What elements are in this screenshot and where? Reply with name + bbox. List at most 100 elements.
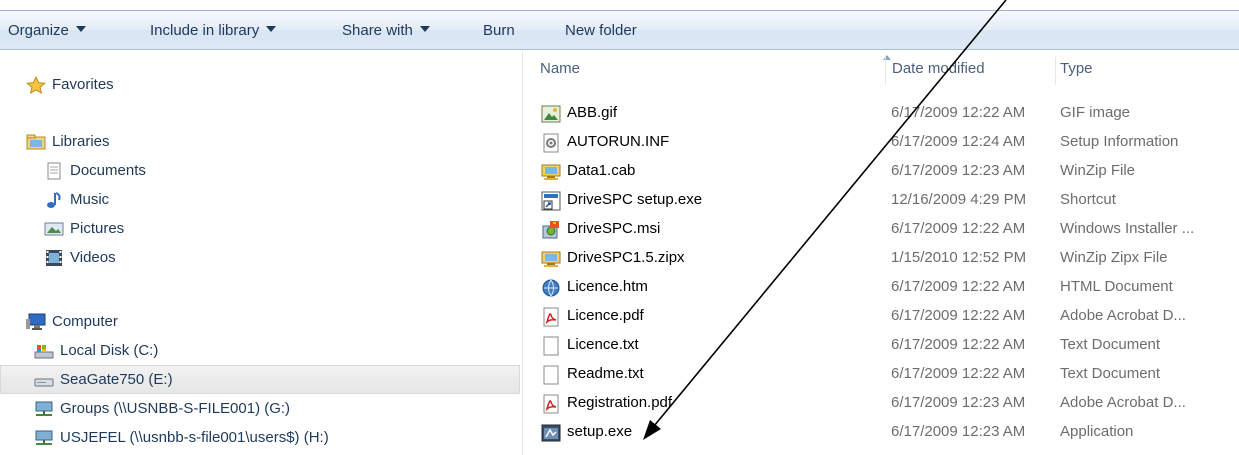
file-type: Adobe Acrobat D...: [1060, 394, 1186, 411]
file-name: ABB.gif: [567, 104, 618, 121]
file-row[interactable]: DriveSPC.msi 6/17/2009 12:22 AM Windows …: [523, 215, 1239, 244]
file-date: 12/16/2009 4:29 PM: [891, 191, 1027, 208]
burn-button[interactable]: Burn: [483, 20, 515, 42]
chevron-down-icon: [266, 26, 277, 33]
file-type: WinZip File: [1060, 162, 1136, 179]
file-date: 6/17/2009 12:22 AM: [891, 278, 1026, 295]
installer-icon: [541, 220, 561, 240]
file-date: 6/17/2009 12:22 AM: [891, 365, 1026, 382]
column-header-date-modified[interactable]: Date modified: [892, 60, 985, 77]
nav-label-local-disk: Local Disk (C:): [60, 342, 159, 359]
share-with-label: Share with: [342, 22, 413, 39]
file-name: DriveSPC1.5.zipx: [567, 249, 685, 266]
file-date: 6/17/2009 12:23 AM: [891, 162, 1026, 179]
file-type: Text Document: [1060, 336, 1161, 353]
file-row[interactable]: Licence.htm 6/17/2009 12:22 AM HTML Docu…: [523, 273, 1239, 302]
nav-label-videos: Videos: [70, 249, 116, 266]
file-date: 6/17/2009 12:23 AM: [891, 394, 1026, 411]
file-type: HTML Document: [1060, 278, 1173, 295]
winzip-icon: [541, 249, 561, 269]
column-header-date-label: Date modified: [892, 60, 985, 77]
nav-label-documents: Documents: [70, 162, 146, 179]
file-type: Windows Installer ...: [1060, 220, 1195, 237]
file-name: DriveSPC.msi: [567, 220, 661, 237]
file-row[interactable]: Data1.cab 6/17/2009 12:23 AM WinZip File: [523, 157, 1239, 186]
column-header-name-label: Name: [540, 60, 581, 77]
music-note-icon: [44, 191, 64, 209]
file-type: GIF image: [1060, 104, 1131, 121]
file-row[interactable]: Registration.pdf 6/17/2009 12:23 AM Adob…: [523, 389, 1239, 418]
pdf-icon: [541, 394, 561, 414]
file-name: AUTORUN.INF: [567, 133, 670, 150]
file-date: 6/17/2009 12:22 AM: [891, 104, 1026, 121]
file-name: Readme.txt: [567, 365, 644, 382]
file-row[interactable]: Licence.pdf 6/17/2009 12:22 AM Adobe Acr…: [523, 302, 1239, 331]
column-divider[interactable]: [885, 57, 886, 85]
pdf-icon: [541, 307, 561, 327]
documents-icon: [44, 162, 64, 180]
file-type: Application: [1060, 423, 1134, 440]
drive-icon: [34, 371, 54, 389]
file-row[interactable]: Readme.txt 6/17/2009 12:22 AM Text Docum…: [523, 360, 1239, 389]
file-name: DriveSPC setup.exe: [567, 191, 703, 208]
gif-image-icon: [541, 104, 561, 124]
file-name: setup.exe: [567, 423, 633, 440]
file-row[interactable]: ABB.gif 6/17/2009 12:22 AM GIF image: [523, 99, 1239, 128]
file-name: Registration.pdf: [567, 394, 673, 411]
pictures-icon: [44, 220, 64, 238]
shortcut-icon: [541, 191, 561, 211]
file-name: Licence.pdf: [567, 307, 644, 324]
organize-button[interactable]: Organize: [8, 20, 86, 42]
column-header-name[interactable]: Name: [540, 60, 580, 77]
file-row[interactable]: AUTORUN.INF 6/17/2009 12:24 AM Setup Inf…: [523, 128, 1239, 157]
column-header-type[interactable]: Type: [1060, 60, 1093, 77]
file-row[interactable]: DriveSPC setup.exe 12/16/2009 4:29 PM Sh…: [523, 186, 1239, 215]
videos-icon: [44, 249, 64, 267]
text-document-icon: [541, 365, 561, 385]
file-type: Setup Information: [1060, 133, 1179, 150]
file-list: Name Date modified Type ABB.gif 6/17/200…: [523, 51, 1239, 455]
nav-label-seagate: SeaGate750 (E:): [60, 371, 173, 388]
file-name: Licence.txt: [567, 336, 639, 353]
share-with-button[interactable]: Share with: [342, 20, 430, 42]
file-row[interactable]: setup.exe 6/17/2009 12:23 AM Application: [523, 418, 1239, 447]
include-in-library-button[interactable]: Include in library: [150, 20, 277, 42]
libraries-icon: [26, 133, 46, 151]
file-row[interactable]: DriveSPC1.5.zipx 1/15/2010 12:52 PM WinZ…: [523, 244, 1239, 273]
network-drive-icon: [34, 429, 54, 447]
file-row[interactable]: Licence.txt 6/17/2009 12:22 AM Text Docu…: [523, 331, 1239, 360]
file-date: 6/17/2009 12:24 AM: [891, 133, 1026, 150]
file-date: 6/17/2009 12:23 AM: [891, 423, 1026, 440]
file-name: Licence.htm: [567, 278, 648, 295]
nav-label-usjefel: USJEFEL (\\usnbb-s-file001\users$) (H:): [60, 429, 329, 446]
file-type: Adobe Acrobat D...: [1060, 307, 1186, 324]
new-folder-button[interactable]: New folder: [565, 20, 637, 42]
file-date: 6/17/2009 12:22 AM: [891, 307, 1026, 324]
organize-label: Organize: [8, 22, 69, 39]
new-folder-label: New folder: [565, 22, 637, 39]
file-date: 6/17/2009 12:22 AM: [891, 220, 1026, 237]
nav-label-computer: Computer: [52, 313, 118, 330]
column-divider[interactable]: [1055, 57, 1056, 85]
command-bar: Organize Include in library Share with B…: [0, 10, 1239, 50]
computer-icon: [26, 313, 46, 331]
file-type: Text Document: [1060, 365, 1161, 382]
burn-label: Burn: [483, 22, 515, 39]
html-document-icon: [541, 278, 561, 298]
cropped-text-fragment: [0, 0, 1239, 8]
nav-label-groups: Groups (\\USNBB-S-FILE001) (G:): [60, 400, 291, 417]
chevron-down-icon: [75, 26, 86, 33]
local-disk-icon: [34, 342, 54, 360]
file-name: Data1.cab: [567, 162, 636, 179]
file-date: 6/17/2009 12:22 AM: [891, 336, 1026, 353]
setup-info-icon: [541, 133, 561, 153]
file-date: 1/15/2010 12:52 PM: [891, 249, 1027, 266]
nav-label-pictures: Pictures: [70, 220, 125, 237]
column-header-type-label: Type: [1060, 60, 1093, 77]
network-drive-icon: [34, 400, 54, 418]
nav-label-libraries: Libraries: [52, 133, 110, 150]
file-type: Shortcut: [1060, 191, 1116, 208]
navigation-pane: Favorites Libraries Documents Music Pict…: [0, 51, 523, 455]
file-type: WinZip Zipx File: [1060, 249, 1168, 266]
winzip-icon: [541, 162, 561, 182]
